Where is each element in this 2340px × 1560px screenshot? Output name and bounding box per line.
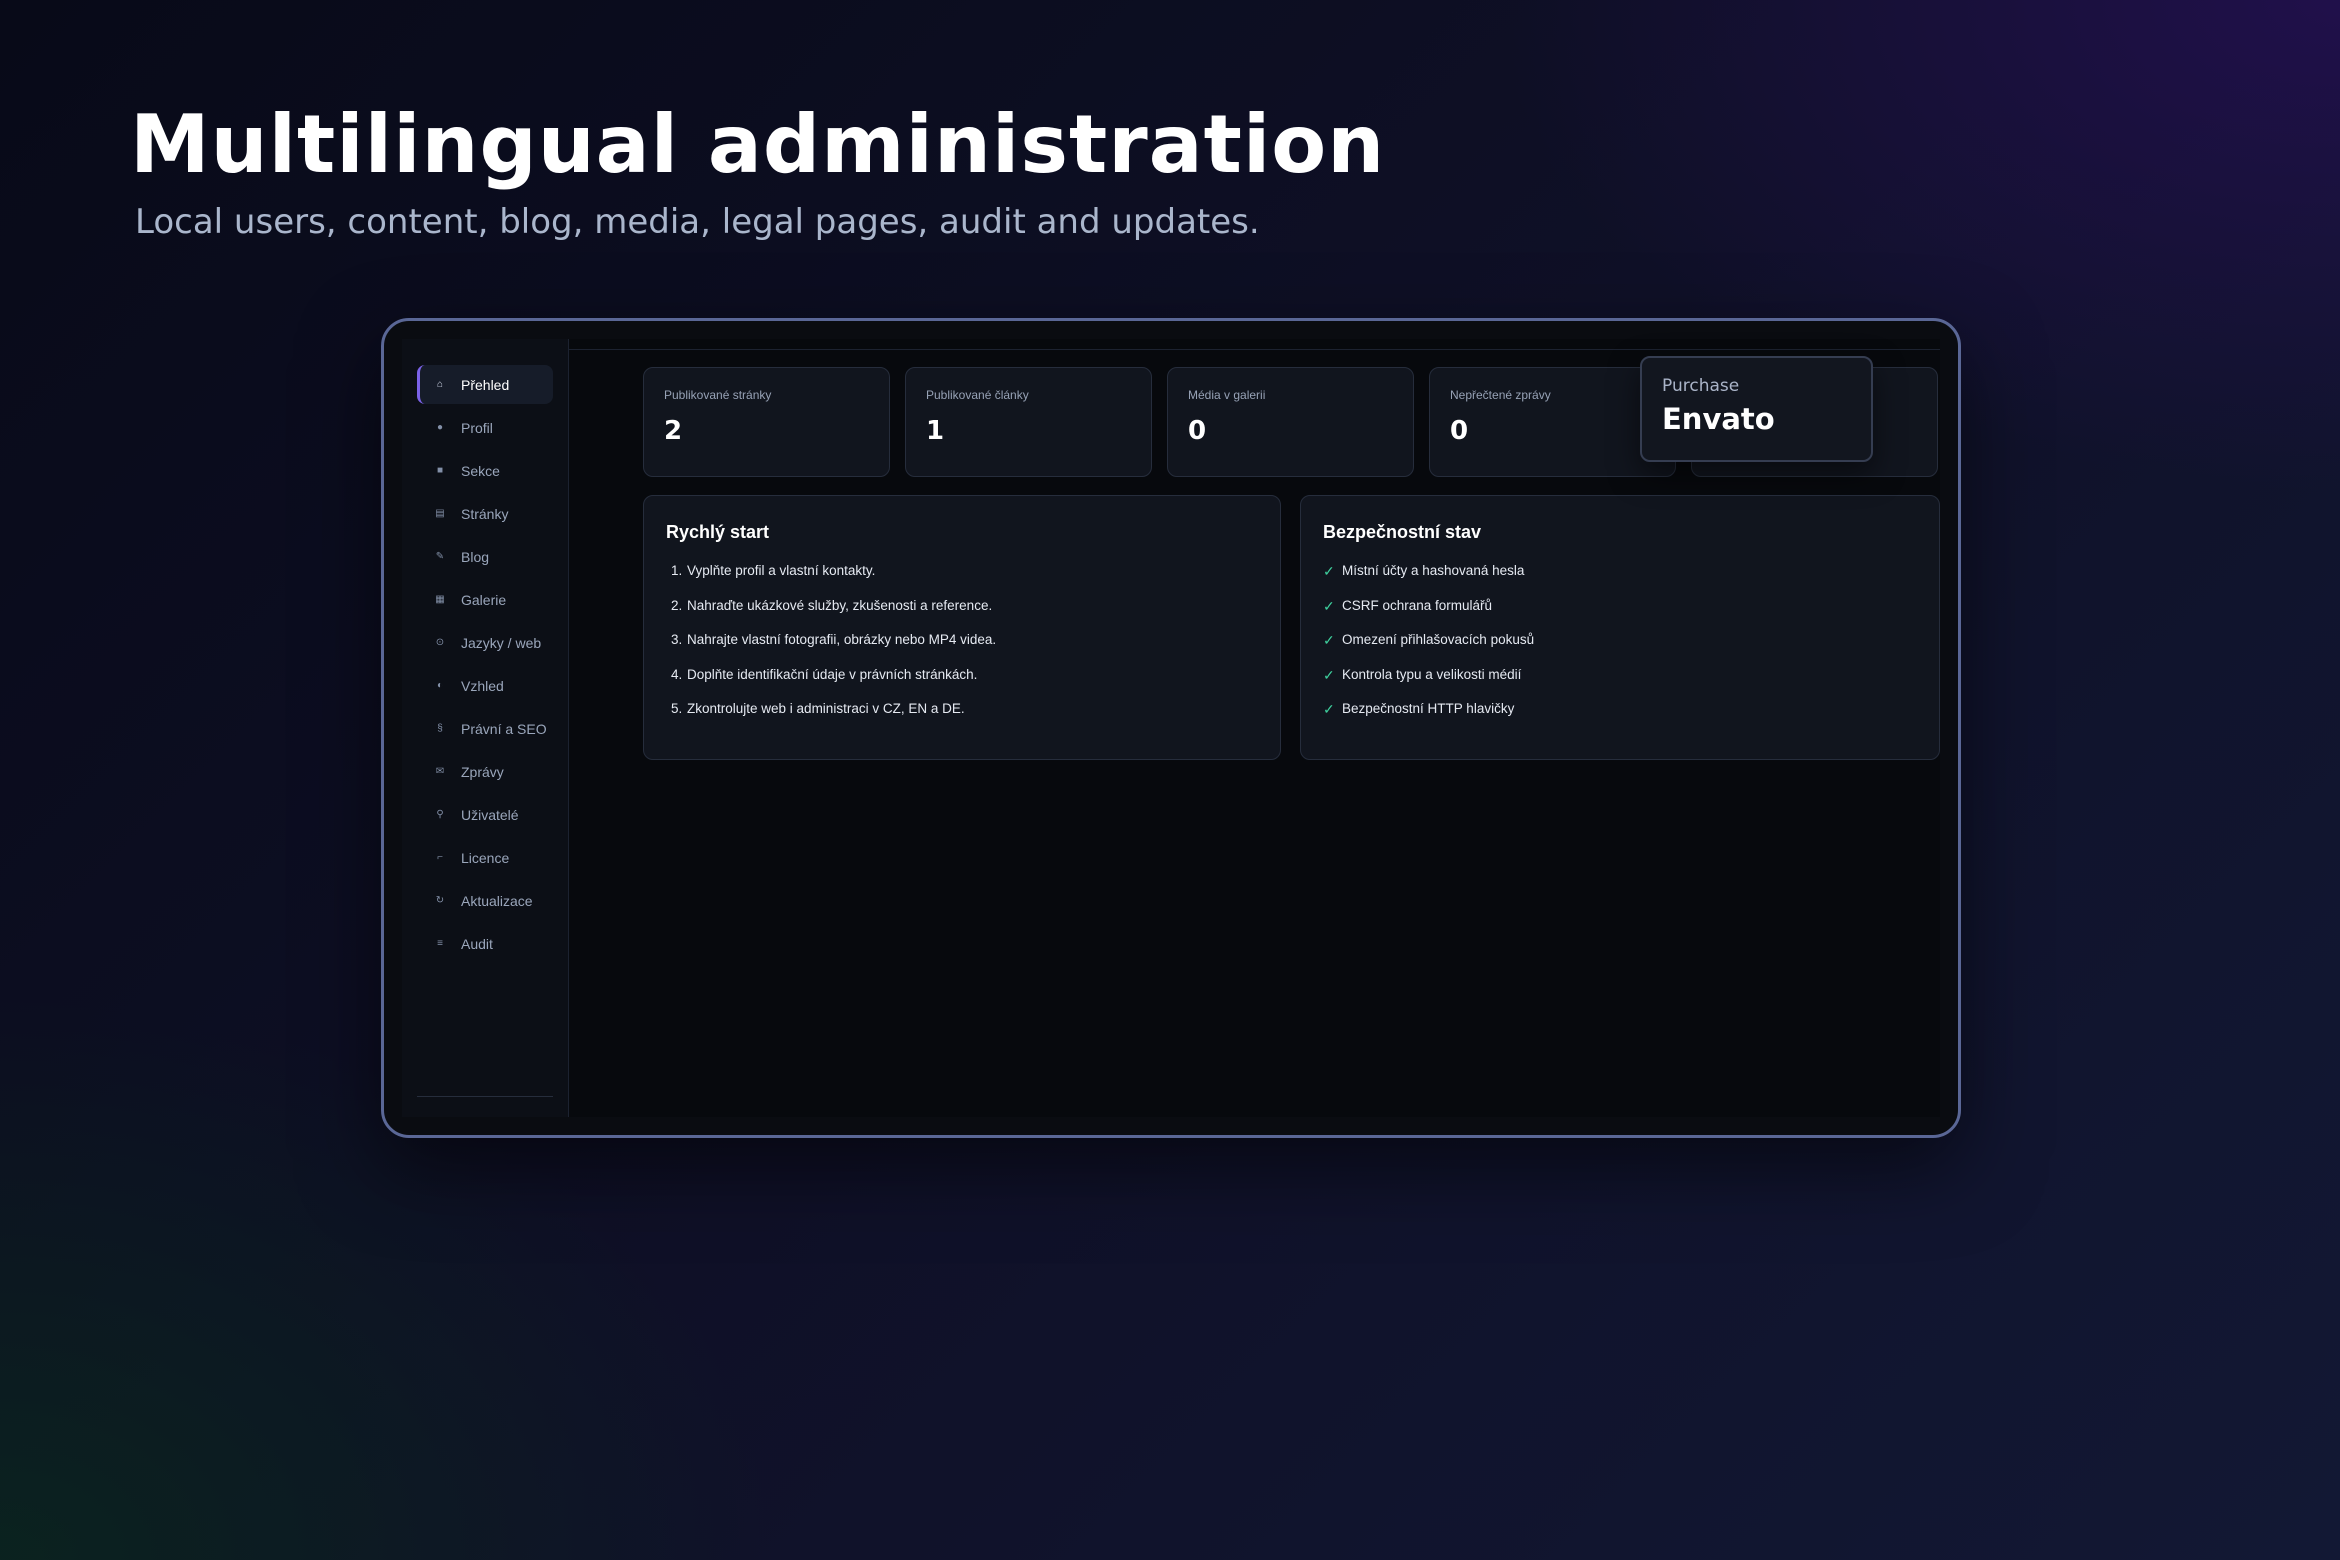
list-item: 4. Doplňte identifikační údaje v právníc… (666, 667, 1258, 702)
purchase-badge: Purchase Envato (1640, 356, 1873, 462)
globe-icon: ⊙ (435, 637, 445, 648)
sidebar-item-messages[interactable]: ✉ Zprávy (417, 752, 553, 791)
stat-label: Média v galerii (1188, 388, 1266, 402)
dot-icon: ● (436, 422, 444, 433)
list-text: Omezení přihlašovacích pokusů (1342, 632, 1535, 647)
hero-subtitle: Local users, content, blog, media, legal… (135, 202, 1260, 242)
sidebar-item-label: Blog (461, 548, 490, 565)
list-text: Zkontrolujte web i administraci v CZ, EN… (687, 701, 965, 716)
sidebar-item-label: Uživatelé (461, 806, 519, 823)
sidebar-item-label: Audit (461, 935, 493, 952)
sidebar-item-label: Přehled (461, 376, 510, 393)
sidebar-item-profile[interactable]: ● Profil (417, 408, 553, 447)
list-item: 1. Vyplňte profil a vlastní kontakty. (666, 563, 1258, 598)
stat-value: 0 (1188, 416, 1207, 446)
stat-label: Publikované stránky (664, 388, 772, 402)
refresh-icon: ↻ (435, 895, 445, 906)
hero-title: Multilingual administration (130, 98, 1386, 191)
sidebar-item-label: Licence (461, 849, 510, 866)
section-icon: § (437, 723, 443, 734)
list-number: 4. (671, 666, 683, 682)
stat-label: Publikované články (926, 388, 1029, 402)
list-text: Bezpečnostní HTTP hlavičky (1342, 701, 1515, 716)
list-item: 2. Nahraďte ukázkové služby, zkušenosti … (666, 598, 1258, 633)
list-number: 5. (671, 701, 683, 716)
mail-icon: ✉ (435, 766, 445, 777)
sidebar-item-label: Aktualizace (461, 892, 533, 909)
stat-value: 2 (664, 416, 683, 446)
sidebar-item-updates[interactable]: ↻ Aktualizace (417, 881, 553, 920)
sidebar: ⌂ Přehled ● Profil ■ Sekce ▤ Stránky ✎ B… (402, 339, 569, 1117)
list-number: 1. (671, 563, 683, 578)
sidebar-item-license[interactable]: ⌐ Licence (417, 838, 553, 877)
stat-card-gallery-media: Média v galerii 0 (1167, 367, 1414, 477)
stat-value: 1 (926, 416, 945, 446)
list-text: Nahrajte vlastní fotografii, obrázky neb… (687, 632, 997, 647)
badge-label: Purchase (1662, 376, 1740, 396)
header-divider (569, 349, 1940, 350)
sidebar-item-label: Zprávy (461, 763, 504, 780)
list-item: ✓ Kontrola typu a velikosti médií (1323, 667, 1917, 702)
list-item: ✓ Místní účty a hashovaná hesla (1323, 563, 1917, 598)
check-icon: ✓ (1323, 597, 1335, 614)
list-icon: ≡ (437, 938, 443, 949)
sidebar-item-label: Stránky (461, 505, 509, 522)
list-number: 3. (671, 632, 683, 647)
sidebar-item-blog[interactable]: ✎ Blog (417, 537, 553, 576)
list-item: 3. Nahrajte vlastní fotografii, obrázky … (666, 632, 1258, 667)
panel-title: Rychlý start (666, 522, 770, 542)
list-text: Vyplňte profil a vlastní kontakty. (687, 563, 876, 578)
square-icon: ■ (436, 465, 444, 476)
badge-value: Envato (1662, 402, 1775, 436)
stat-card-published-articles: Publikované články 1 (905, 367, 1152, 477)
sidebar-item-label: Profil (461, 419, 493, 436)
sidebar-item-languages[interactable]: ⊙ Jazyky / web (417, 623, 553, 662)
panels-row: Rychlý start 1. Vyplňte profil a vlastní… (643, 495, 1940, 760)
list-item: ✓ Omezení přihlašovacích pokusů (1323, 632, 1917, 667)
sidebar-item-label: Jazyky / web (461, 634, 542, 651)
check-icon: ✓ (1323, 701, 1335, 717)
quick-start-panel: Rychlý start 1. Vyplňte profil a vlastní… (643, 495, 1281, 760)
sidebar-item-users[interactable]: ⚲ Uživatelé (417, 795, 553, 834)
sidebar-item-sections[interactable]: ■ Sekce (417, 451, 553, 490)
sidebar-item-label: Galerie (461, 591, 507, 608)
list-text: CSRF ochrana formulářů (1342, 597, 1493, 613)
list-number: 2. (671, 597, 683, 613)
sidebar-divider (417, 1096, 553, 1097)
list-item: ✓ Bezpečnostní HTTP hlavičky (1323, 701, 1917, 736)
home-icon: ⌂ (436, 379, 444, 390)
user-icon: ⚲ (436, 809, 444, 820)
page-icon: ▤ (435, 508, 445, 519)
list-item: 5. Zkontrolujte web i administraci v CZ,… (666, 701, 1258, 736)
pen-icon: ✎ (435, 551, 445, 562)
stat-card-unread-messages: Nepřečtené zprávy 0 (1429, 367, 1676, 477)
stat-card-published-pages: Publikované stránky 2 (643, 367, 890, 477)
check-icon: ✓ (1323, 563, 1335, 579)
panel-title: Bezpečnostní stav (1323, 522, 1482, 542)
check-icon: ✓ (1323, 666, 1335, 683)
check-icon: ✓ (1323, 632, 1335, 648)
sidebar-item-label: Vzhled (461, 677, 504, 694)
sidebar-item-label: Právní a SEO (461, 720, 547, 737)
sidebar-item-overview[interactable]: ⌂ Přehled (417, 365, 553, 404)
sidebar-item-appearance[interactable]: ◐ Vzhled (417, 666, 553, 705)
list-text: Doplňte identifikační údaje v právních s… (687, 666, 978, 682)
key-icon: ⌐ (437, 852, 443, 863)
gallery-icon: ▦ (435, 594, 445, 605)
list-text: Místní účty a hashovaná hesla (1342, 563, 1525, 578)
contrast-icon: ◐ (436, 680, 444, 691)
list-item: ✓ CSRF ochrana formulářů (1323, 598, 1917, 633)
list-text: Kontrola typu a velikosti médií (1342, 666, 1522, 682)
sidebar-item-pages[interactable]: ▤ Stránky (417, 494, 553, 533)
sidebar-item-legal-seo[interactable]: § Právní a SEO (417, 709, 553, 748)
sidebar-item-audit[interactable]: ≡ Audit (417, 924, 553, 963)
sidebar-item-gallery[interactable]: ▦ Galerie (417, 580, 553, 619)
sidebar-item-label: Sekce (461, 462, 500, 479)
security-status-panel: Bezpečnostní stav ✓ Místní účty a hashov… (1300, 495, 1940, 760)
list-text: Nahraďte ukázkové služby, zkušenosti a r… (687, 597, 993, 613)
